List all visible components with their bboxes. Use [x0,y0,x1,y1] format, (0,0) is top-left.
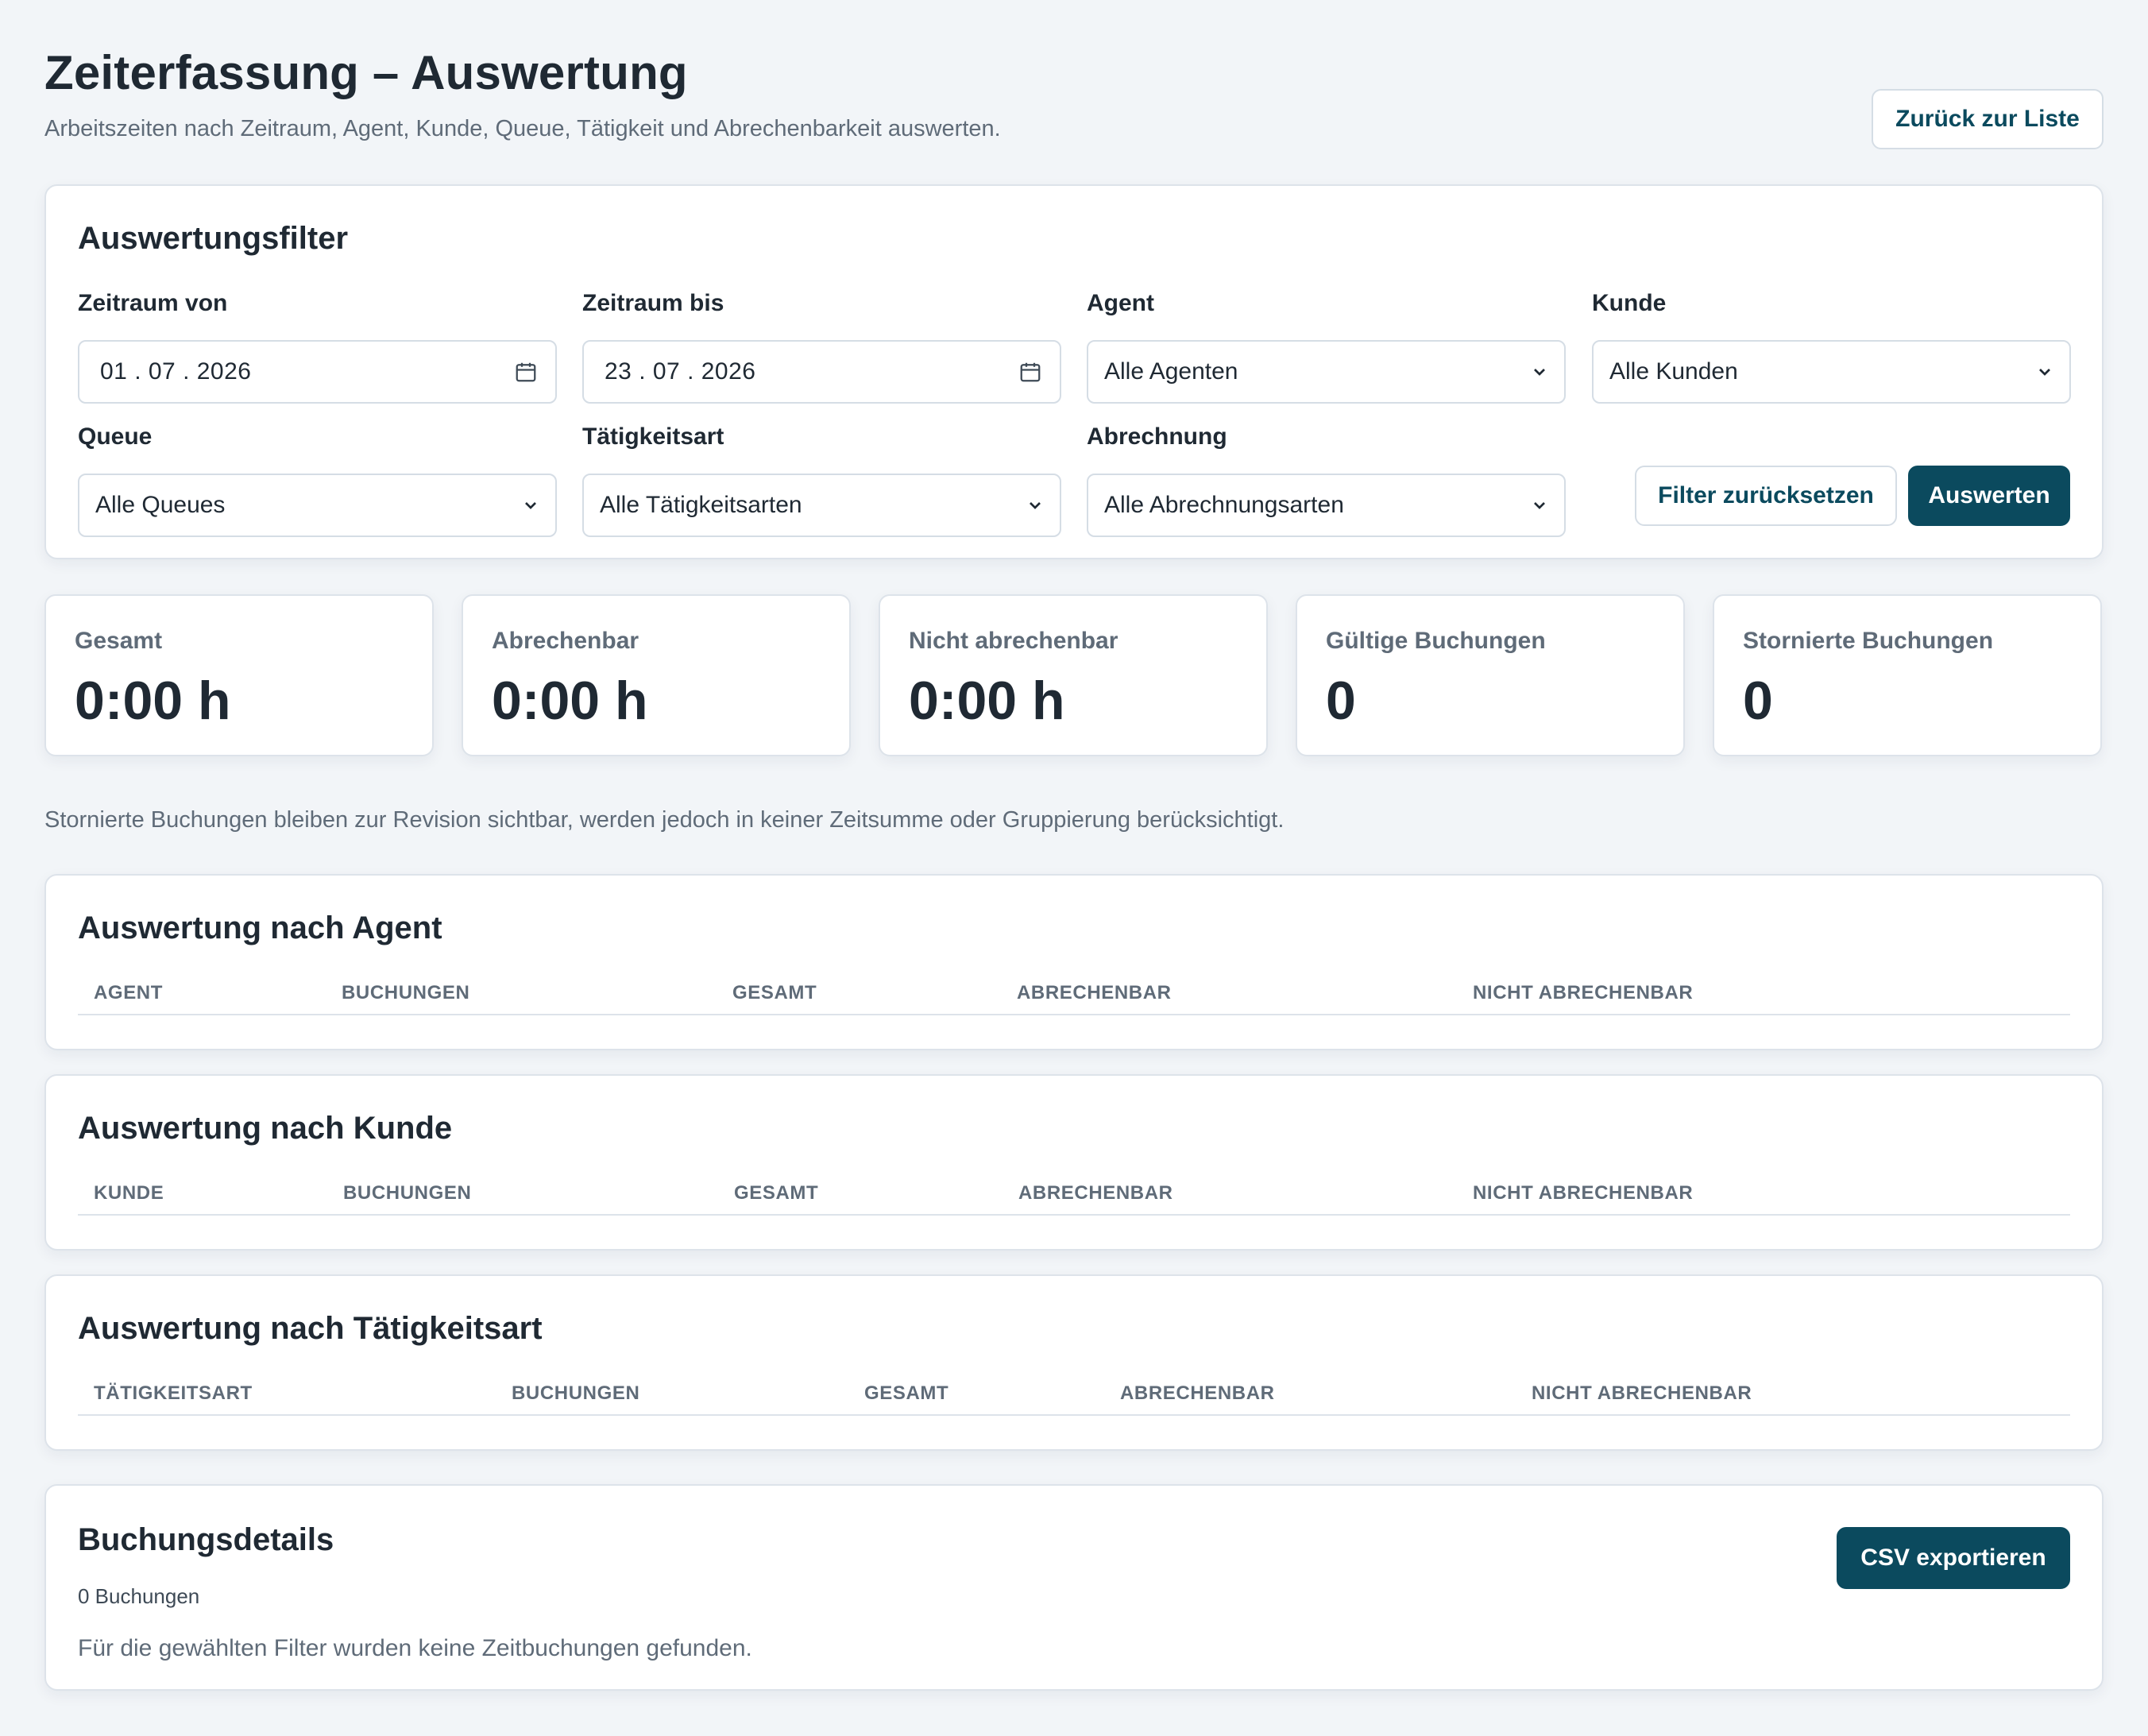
agent-select-value: Alle Agenten [1104,358,1238,385]
customer-select[interactable]: Alle Kunden [1592,340,2071,404]
column-header[interactable]: GESAMT [734,1182,818,1204]
column-header[interactable]: TÄTIGKEITSART [94,1382,253,1405]
agent-field: Agent Alle Agenten [1087,288,1566,404]
stat-value: 0:00 h [75,671,231,731]
to-date-input[interactable]: 23 . 07 . 2026 [582,340,1061,404]
customer-label: Kunde [1592,290,1667,316]
from-date-field: Zeitraum von 01 . 07 . 2026 [78,288,557,404]
activity-field: Tätigkeitsart Alle Tätigkeitsarten [582,421,1061,537]
column-header[interactable]: NICHT ABRECHENBAR [1473,1182,1693,1204]
queue-select[interactable]: Alle Queues [78,474,557,537]
agent-label: Agent [1087,290,1154,316]
column-header[interactable]: BUCHUNGEN [342,982,469,1004]
customer-select-value: Alle Kunden [1609,358,1738,385]
chevron-down-icon [1030,502,1041,509]
column-header[interactable]: BUCHUNGEN [343,1182,471,1204]
column-header[interactable]: NICHT ABRECHENBAR [1532,1382,1752,1405]
calendar-icon[interactable] [514,360,538,384]
column-header[interactable]: BUCHUNGEN [512,1382,639,1405]
stat-card-non-billable: Nicht abrechenbar 0:00 h [879,594,1268,756]
activity-summary-title: Auswertung nach Tätigkeitsart [78,1311,543,1346]
queue-select-value: Alle Queues [95,492,226,518]
table-header-row: TÄTIGKEITSART BUCHUNGEN GESAMT ABRECHENB… [78,1378,2070,1416]
stat-value: 0 [1743,671,1773,731]
stat-value: 0:00 h [492,671,648,731]
stat-card-valid-bookings: Gültige Buchungen 0 [1296,594,1685,756]
billing-label: Abrechnung [1087,423,1227,450]
filter-card: Auswertungsfilter Zeitraum von 01 . 07 .… [44,184,2104,559]
calendar-icon[interactable] [1018,360,1042,384]
customer-summary-card: Auswertung nach Kunde KUNDE BUCHUNGEN GE… [44,1074,2104,1251]
activity-label: Tätigkeitsart [582,423,724,450]
agent-select[interactable]: Alle Agenten [1087,340,1566,404]
column-header[interactable]: ABRECHENBAR [1018,1182,1173,1204]
queue-label: Queue [78,423,153,450]
booking-count: 0 Buchungen [78,1584,200,1608]
from-date-value: 01 . 07 . 2026 [100,358,252,385]
column-header[interactable]: GESAMT [732,982,817,1004]
activity-summary-card: Auswertung nach Tätigkeitsart TÄTIGKEITS… [44,1274,2104,1451]
booking-details-card: Buchungsdetails 0 Buchungen Für die gewä… [44,1484,2104,1691]
billing-field: Abrechnung Alle Abrechnungsarten [1087,421,1566,537]
column-header[interactable]: KUNDE [94,1182,164,1204]
column-header[interactable]: ABRECHENBAR [1120,1382,1275,1405]
page-title: Zeiterfassung – Auswertung [44,46,688,99]
stat-value: 0:00 h [909,671,1065,731]
stat-label: Gesamt [75,628,163,654]
activity-select[interactable]: Alle Tätigkeitsarten [582,474,1061,537]
stat-card-cancelled-bookings: Stornierte Buchungen 0 [1713,594,2102,756]
stat-card-total: Gesamt 0:00 h [44,594,434,756]
stat-label: Nicht abrechenbar [909,628,1118,654]
column-header[interactable]: AGENT [94,982,163,1004]
empty-state-message: Für die gewählten Filter wurden keine Ze… [78,1635,752,1661]
chevron-down-icon [1534,502,1545,509]
table-header-row: KUNDE BUCHUNGEN GESAMT ABRECHENBAR NICHT… [78,1177,2070,1216]
from-date-label: Zeitraum von [78,290,228,316]
page-subtitle: Arbeitszeiten nach Zeitraum, Agent, Kund… [44,116,1001,141]
stat-value: 0 [1326,671,1356,731]
to-date-field: Zeitraum bis 23 . 07 . 2026 [582,288,1061,404]
chevron-down-icon [525,502,536,509]
stat-label: Abrechenbar [492,628,639,654]
queue-field: Queue Alle Queues [78,421,557,537]
billing-select[interactable]: Alle Abrechnungsarten [1087,474,1566,537]
activity-select-value: Alle Tätigkeitsarten [600,492,802,518]
table-header-row: AGENT BUCHUNGEN GESAMT ABRECHENBAR NICHT… [78,977,2070,1015]
stat-label: Stornierte Buchungen [1743,628,1994,654]
back-to-list-button[interactable]: Zurück zur Liste [1872,89,2104,149]
customer-field: Kunde Alle Kunden [1592,288,2071,404]
agent-summary-card: Auswertung nach Agent AGENT BUCHUNGEN GE… [44,874,2104,1050]
cancellation-note: Stornierte Buchungen bleiben zur Revisio… [44,807,1285,833]
filter-title: Auswertungsfilter [78,221,349,256]
export-csv-button[interactable]: CSV exportieren [1837,1527,2070,1589]
from-date-input[interactable]: 01 . 07 . 2026 [78,340,557,404]
column-header[interactable]: GESAMT [864,1382,948,1405]
stat-label: Gültige Buchungen [1326,628,1546,654]
billing-select-value: Alle Abrechnungsarten [1104,492,1344,518]
customer-summary-title: Auswertung nach Kunde [78,1111,453,1146]
to-date-label: Zeitraum bis [582,290,724,316]
column-header[interactable]: NICHT ABRECHENBAR [1473,982,1693,1004]
to-date-value: 23 . 07 . 2026 [605,358,756,385]
reset-filters-button[interactable]: Filter zurücksetzen [1635,466,1897,526]
chevron-down-icon [1534,369,1545,376]
stat-card-billable: Abrechenbar 0:00 h [462,594,851,756]
page-header: Zeiterfassung – Auswertung Arbeitszeiten… [44,44,2104,149]
page: Zeiterfassung – Auswertung Arbeitszeiten… [44,44,2104,1691]
evaluate-button[interactable]: Auswerten [1908,466,2070,526]
booking-details-title: Buchungsdetails [78,1522,334,1557]
chevron-down-icon [2039,369,2050,376]
agent-summary-title: Auswertung nach Agent [78,911,442,945]
column-header[interactable]: ABRECHENBAR [1017,982,1172,1004]
